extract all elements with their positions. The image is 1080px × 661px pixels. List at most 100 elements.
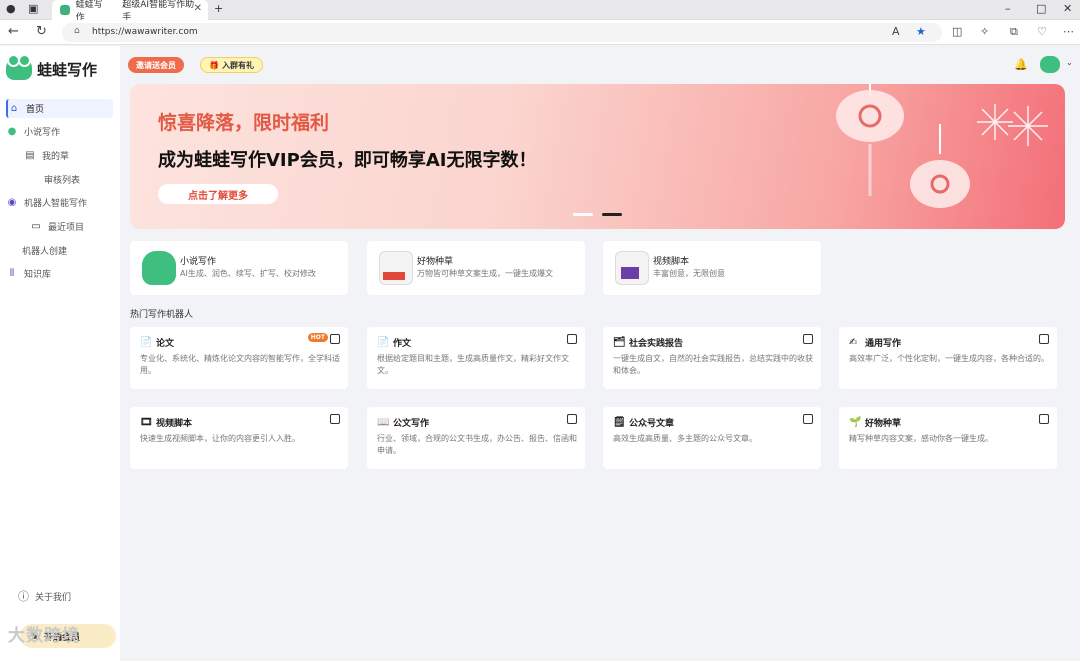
join-group-label: 入群有礼	[221, 60, 254, 70]
folder-icon: 🗂	[613, 336, 626, 348]
maximize-icon[interactable]: □	[1036, 2, 1046, 15]
banner-headline: 惊喜降落，限时福利	[158, 112, 330, 134]
carousel-dot-1[interactable]	[573, 213, 593, 216]
edit-icon[interactable]	[330, 334, 340, 344]
promo-banner[interactable]: 惊喜降落，限时福利 成为蛙蛙写作VIP会员，即可畅享AI无限字数！ 点击了解更多	[130, 84, 1065, 229]
url-text: https://wawawriter.com	[92, 27, 198, 37]
split-screen-icon[interactable]: ◫	[952, 25, 962, 38]
edit-icon[interactable]	[1039, 414, 1049, 424]
book-icon: ▤	[25, 150, 35, 161]
site-favicon-icon	[60, 5, 70, 15]
robot-title: 社会实践报告	[629, 339, 684, 349]
carousel-dot-2[interactable]	[602, 213, 622, 216]
robot-desc: 快速生成视频脚本，让你的内容更引人入胜。	[140, 434, 300, 443]
read-aloud-icon[interactable]: A	[892, 25, 900, 38]
sidebar-item-knowledge-base[interactable]: ⫴ 知识库	[6, 264, 113, 283]
robot-card-general-writing[interactable]: ✍ 通用写作 高效率广泛，个性化定制，一键生成内容，各种合适的。	[839, 327, 1057, 389]
feature-desc: 万物皆可种草文案生成，一键生成爆文	[417, 269, 553, 278]
sidebar-item-robot-writing[interactable]: ◉ 机器人智能写作	[6, 193, 113, 212]
lantern-decoration-icon	[836, 84, 1048, 208]
robot-card-official-document[interactable]: 📖 公文写作 行业、领域，合规的公文书生成，办公告、报告、信函和申请。	[367, 407, 585, 469]
feature-title: 好物种草	[417, 257, 454, 267]
sidebar-item-home[interactable]: ⌂ 首页	[6, 99, 113, 118]
profile-icon[interactable]: ●	[6, 2, 16, 15]
sidebar-item-novel[interactable]: ● 小说写作	[6, 122, 113, 141]
sidebar-item-review-list[interactable]: 审核列表	[44, 170, 114, 189]
extensions-icon[interactable]: ✧	[980, 25, 989, 38]
home-icon: ⌂	[10, 103, 18, 114]
edit-icon[interactable]	[567, 334, 577, 344]
sidebar-item-label: 机器人创建	[22, 247, 68, 257]
avatar[interactable]	[1040, 56, 1060, 73]
collections-icon[interactable]: ⧉	[1010, 25, 1018, 39]
chevron-down-icon[interactable]: ⌄	[1066, 58, 1073, 67]
robot-card-essay[interactable]: 📄 作文 根据给定题目和主题，生成高质量作文，精彩好文作文文。	[367, 327, 585, 389]
robot-desc: 一键生成自文，自然的社会实践报告，总结实践中的收获和体会。	[613, 354, 813, 375]
bell-icon[interactable]: 🔔	[1014, 58, 1028, 71]
edit-icon[interactable]	[567, 414, 577, 424]
film-icon: 🎞	[140, 416, 153, 428]
sidebar-item-drafts[interactable]: ▤ 我的草	[24, 146, 114, 165]
about-us-link[interactable]: ⓘ 关于我们	[18, 588, 71, 604]
invite-member-label: 邀请送会员	[136, 60, 176, 70]
robot-card-wechat-article[interactable]: 🗒 公众号文章 高效生成高质量、多主题的公众号文章。	[603, 407, 821, 469]
feature-title: 视频脚本	[653, 257, 690, 267]
robot-title: 好物种草	[865, 419, 902, 429]
robot-title: 论文	[156, 339, 175, 349]
close-window-icon[interactable]: ✕	[1063, 2, 1072, 15]
video-document-icon	[615, 251, 649, 285]
refresh-icon[interactable]: ↻	[36, 24, 47, 39]
sidebar-item-label: 我的草	[42, 152, 70, 162]
favorite-star-icon[interactable]: ★	[916, 25, 926, 38]
feature-card-novel[interactable]: 小说写作 AI生成、润色、续写、扩写、校对修改	[130, 241, 348, 295]
robot-desc: 行业、领域，合规的公文书生成，办公告、报告、信函和申请。	[377, 434, 577, 455]
brand-logo[interactable]: 蛙蛙写作	[6, 54, 97, 80]
robot-desc: 精写种草内容文案，感动你各一键生成。	[849, 434, 993, 443]
robot-desc: 高效生成高质量、多主题的公众号文章。	[613, 434, 757, 443]
feature-desc: 丰富创意，无限创意	[653, 269, 725, 278]
minimize-icon[interactable]: –	[1005, 2, 1011, 15]
document-icon	[379, 251, 413, 285]
invite-member-badge[interactable]: 邀请送会员	[128, 57, 184, 73]
browser-essentials-icon[interactable]: ♡	[1037, 25, 1047, 38]
robot-card-social-report[interactable]: 🗂 社会实践报告 一键生成自文，自然的社会实践报告，总结实践中的收获和体会。	[603, 327, 821, 389]
feature-desc: AI生成、润色、续写、扩写、校对修改	[180, 269, 316, 278]
robot-card-thesis[interactable]: 📄 论文 HOT 专业化、系统化、精炼化论文内容的智能写作，全学科适用。	[130, 327, 348, 389]
sidebar-item-label: 审核列表	[44, 176, 81, 186]
document-icon: 📄	[140, 336, 153, 348]
lock-icon: ⌂	[74, 26, 80, 36]
robot-title: 作文	[393, 339, 412, 349]
robot-title: 通用写作	[865, 339, 902, 349]
robot-card-product-seeding[interactable]: 🌱 好物种草 精写种草内容文案，感动你各一键生成。	[839, 407, 1057, 469]
browser-tab-active[interactable]: 蛙蛙写作 超级AI智能写作助手 ✕	[52, 0, 208, 23]
sidebar-item-robot-create[interactable]: 机器人创建	[22, 241, 114, 260]
feature-card-product-recommend[interactable]: 好物种草 万物皆可种草文案生成，一键生成爆文	[367, 241, 585, 295]
new-tab-icon[interactable]: +	[214, 2, 223, 15]
back-icon[interactable]: ←	[8, 24, 19, 39]
feature-card-video-script[interactable]: 视频脚本 丰富创意，无限创意	[603, 241, 821, 295]
sidebar-item-recent-projects[interactable]: ▭ 最近项目	[30, 217, 114, 236]
edit-icon[interactable]	[803, 414, 813, 424]
section-title: 热门写作机器人	[130, 310, 194, 320]
hot-badge: HOT	[307, 333, 328, 342]
sprout-icon: 🌱	[849, 416, 862, 428]
url-field[interactable]: ⌂ https://wawawriter.com	[62, 23, 942, 42]
pen-icon: ✍	[849, 336, 858, 348]
tab-actions-icon[interactable]: ▣	[28, 2, 38, 15]
learn-more-button[interactable]: 点击了解更多	[158, 184, 278, 204]
edit-icon[interactable]	[803, 334, 813, 344]
more-menu-icon[interactable]: ⋯	[1063, 25, 1074, 38]
browser-tabbar: ● ▣ 蛙蛙写作 超级AI智能写作助手 ✕ + – □ ✕	[0, 0, 1080, 23]
sidebar-item-label: 最近项目	[48, 223, 85, 233]
close-tab-icon[interactable]: ✕	[194, 3, 202, 14]
edit-icon[interactable]	[330, 414, 340, 424]
red-tag-icon	[383, 272, 405, 280]
sidebar-item-label: 机器人智能写作	[24, 199, 88, 209]
edit-icon[interactable]	[1039, 334, 1049, 344]
document-icon: 📄	[377, 336, 390, 348]
robot-card-video-script[interactable]: 🎞 视频脚本 快速生成视频脚本，让你的内容更引人入胜。	[130, 407, 348, 469]
folder-icon: ▭	[31, 221, 41, 232]
feature-title: 小说写作	[180, 257, 217, 267]
watermark-text: 大数跨境	[8, 626, 80, 646]
join-group-badge[interactable]: 🎁 入群有礼	[200, 57, 263, 73]
